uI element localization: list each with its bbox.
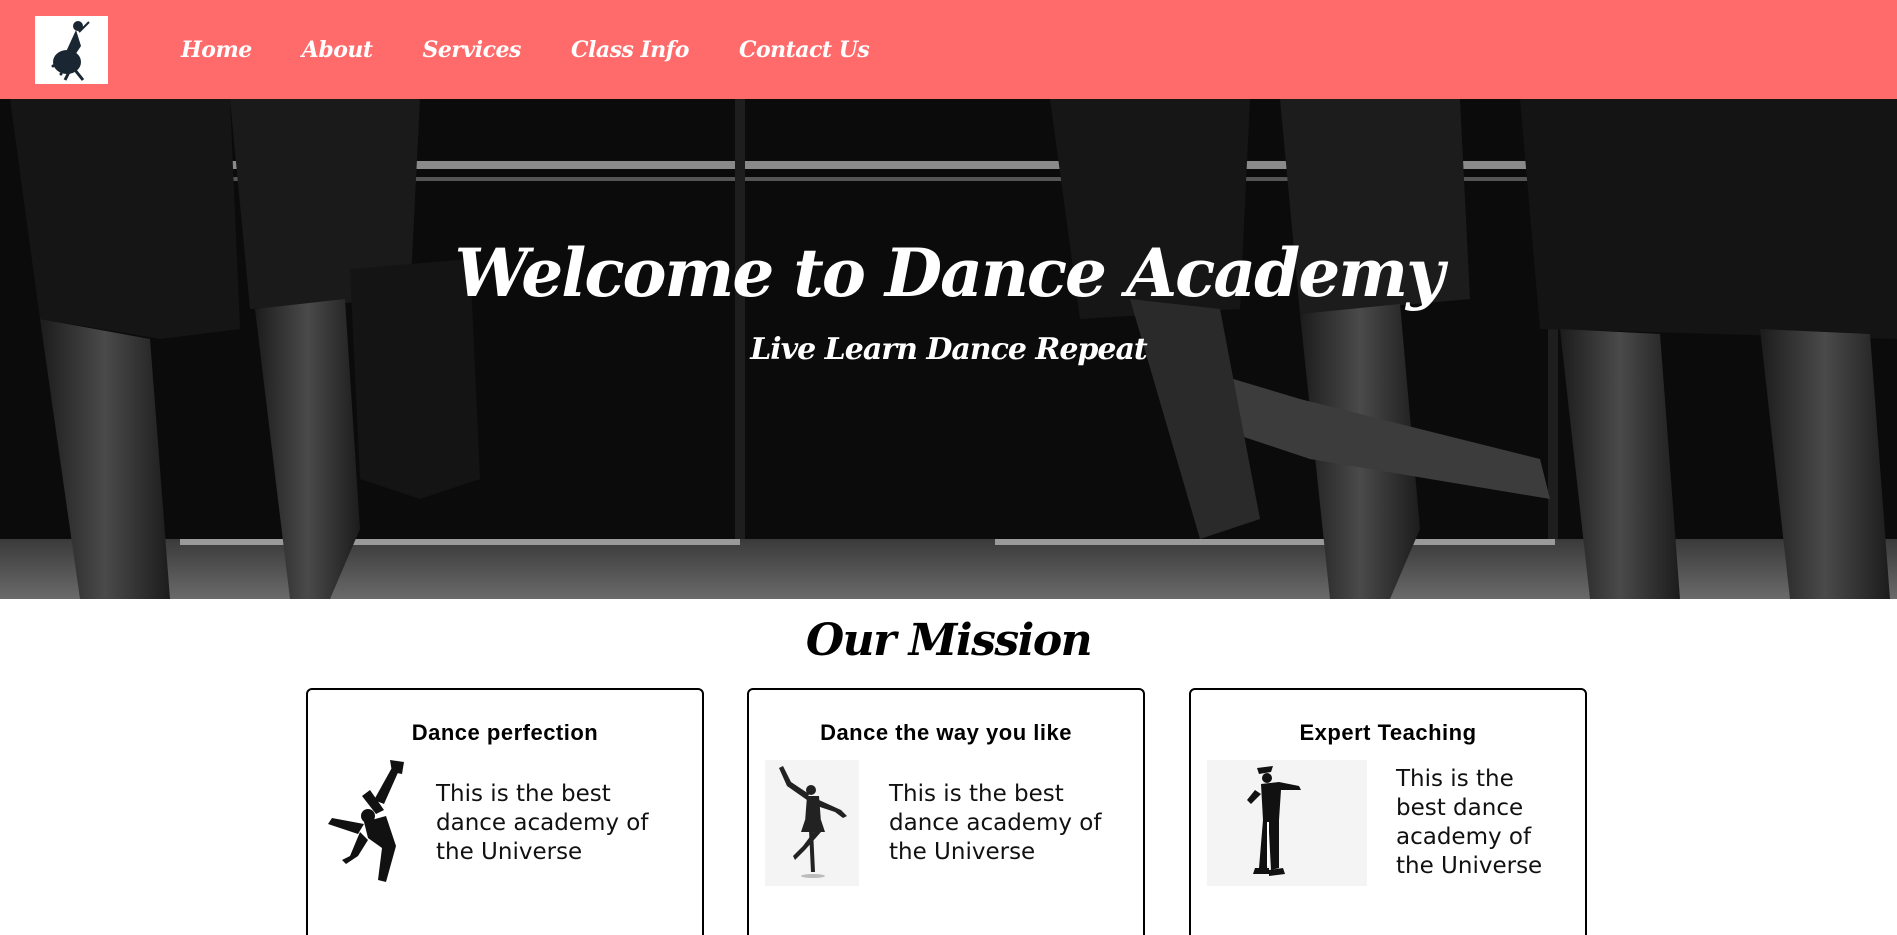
nav-links: Home About Services Class Info Contact U…: [181, 0, 919, 99]
card-image: [765, 760, 859, 886]
mission-card-dance-perfection: Dance perfection This is the best dance …: [306, 688, 704, 935]
hero-subtitle: Live Learn Dance Repeat: [750, 332, 1148, 367]
breakdancer-silhouette-icon: [328, 760, 404, 882]
mission-card-expert-teaching: Expert Teaching This is the best dance a…: [1189, 688, 1587, 935]
card-text: This is the best dance academy of the Un…: [436, 781, 649, 865]
mission-title: Our Mission: [805, 615, 1093, 666]
nav-link-class-info[interactable]: Class Info: [571, 37, 689, 63]
card-text: This is the best dance academy of the Un…: [889, 781, 1102, 865]
mission-card-dance-the-way-you-like: Dance the way you like This is the best …: [747, 688, 1145, 935]
card-title: Expert Teaching: [1299, 720, 1477, 745]
card-text: This is the best dance academy of the Un…: [1396, 766, 1543, 879]
card-title: Dance the way you like: [820, 720, 1072, 745]
card-image: [324, 760, 412, 888]
hero-title: Welcome to Dance Academy: [454, 234, 1445, 312]
logo[interactable]: [35, 16, 108, 84]
card-image: [1207, 760, 1367, 886]
nav-link-home[interactable]: Home: [181, 37, 252, 63]
nav-link-about[interactable]: About: [302, 37, 373, 63]
nav-link-contact-us[interactable]: Contact Us: [739, 37, 870, 63]
card-title: Dance perfection: [411, 720, 599, 745]
hero-banner: Welcome to Dance Academy Live Learn Danc…: [0, 99, 1897, 599]
ballerina-silhouette-icon: [779, 766, 847, 878]
dancer-logo-icon: [51, 21, 90, 81]
moonwalk-dancer-silhouette-icon: [1247, 766, 1301, 876]
nav-link-services[interactable]: Services: [423, 37, 522, 63]
navbar: Home About Services Class Info Contact U…: [0, 0, 1897, 99]
